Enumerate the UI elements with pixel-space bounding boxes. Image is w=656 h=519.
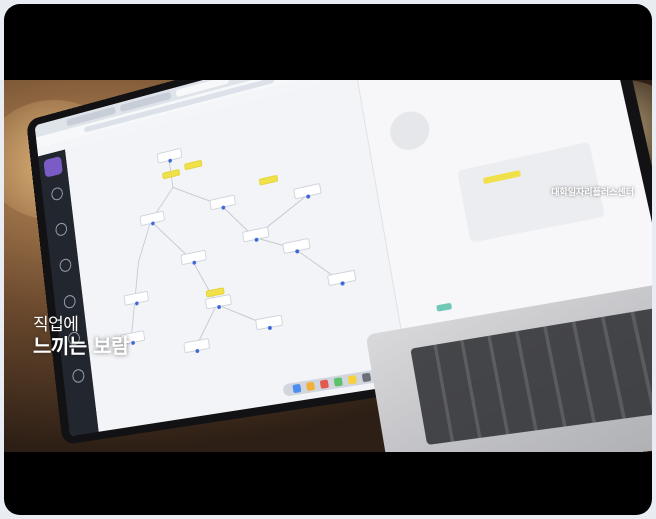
- keyboard: [410, 299, 652, 445]
- sidebar-nav-icon: [63, 294, 77, 310]
- empty-state-illustration: [387, 107, 433, 154]
- sidebar-nav-icon: [59, 257, 72, 273]
- sidebar-nav-icon: [71, 368, 85, 384]
- subtitle-line-2: 느끼는 보람: [33, 334, 129, 358]
- sidebar-nav-icon: [50, 186, 64, 202]
- dock-icon: [319, 379, 329, 389]
- channel-watermark: 대학일자리플러스센터: [551, 188, 634, 198]
- status-chip: [436, 302, 453, 312]
- dock-icon: [305, 381, 316, 392]
- dock-icon: [361, 372, 372, 383]
- app-logo-icon: [43, 155, 63, 178]
- laptop: [26, 80, 652, 452]
- dock-icon: [292, 383, 302, 394]
- dock-icon: [333, 377, 343, 387]
- video-frame: 직업에 느끼는 보람 대학일자리플러스센터: [4, 4, 652, 515]
- dock-icon: [347, 374, 358, 385]
- sidebar-nav-icon: [54, 221, 68, 237]
- laptop-photo: 직업에 느끼는 보람 대학일자리플러스센터: [4, 80, 652, 452]
